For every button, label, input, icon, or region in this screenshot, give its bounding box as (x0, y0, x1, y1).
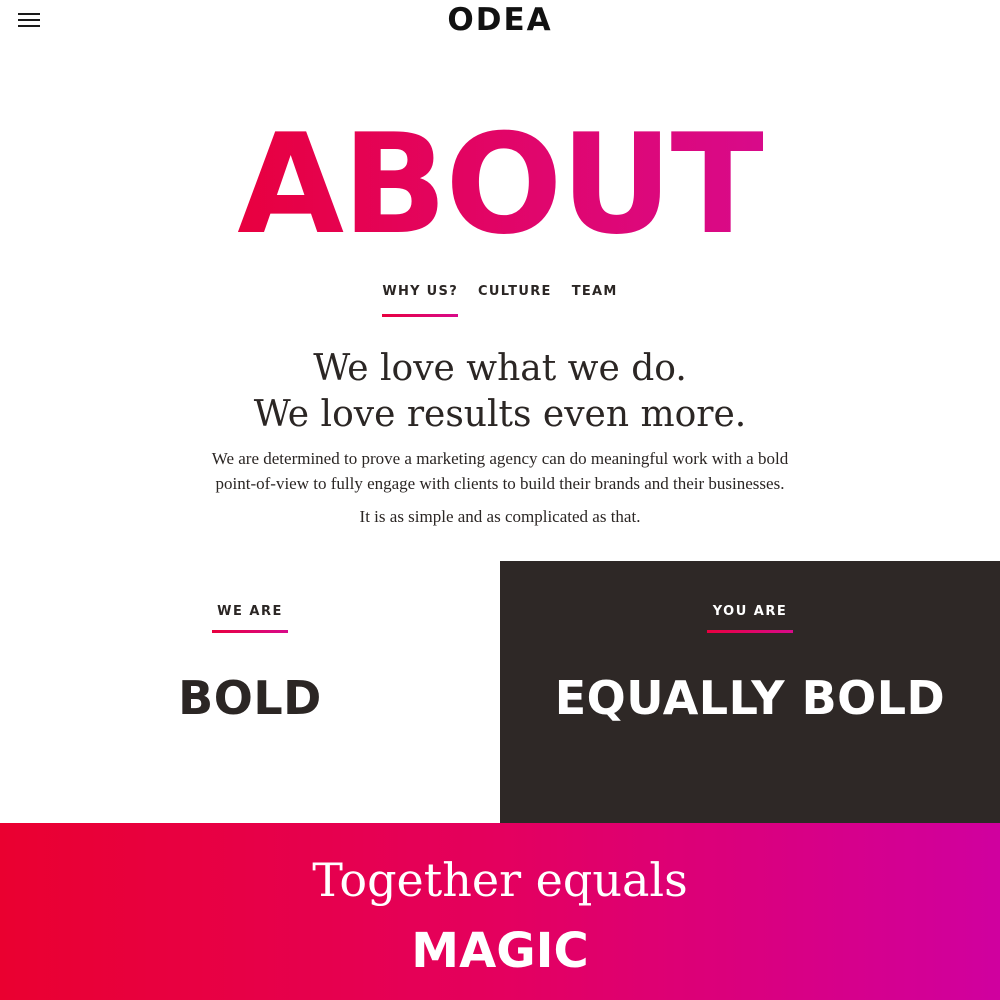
tab-culture[interactable]: CULTURE (478, 284, 552, 317)
tab-why-us[interactable]: WHY US? (382, 284, 458, 317)
headline-line-1: We love what we do. (313, 348, 687, 389)
you-are-underline (707, 630, 793, 633)
tab-team[interactable]: TEAM (572, 284, 618, 317)
magic-line-2: MAGIC (411, 923, 589, 979)
intro-headline: We love what we do. We love results even… (0, 346, 1000, 438)
intro-paragraph-line-2: point-of-view to fully engage with clien… (215, 474, 785, 493)
intro-closing-line: It is as simple and as complicated as th… (359, 507, 641, 526)
we-are-underline (212, 630, 288, 633)
about-tabs: WHY US? CULTURE TEAM (0, 284, 1000, 317)
intro-paragraph: We are determined to prove a marketing a… (200, 446, 800, 496)
headline-line-2: We love results even more. (253, 394, 747, 435)
page-title-text: ABOUT (237, 104, 764, 265)
magic-line-1: Together equals (312, 853, 688, 907)
we-are-panel: WE ARE BOLD (0, 561, 500, 823)
you-are-word: EQUALLY BOLD (554, 671, 946, 725)
magic-banner: Together equals MAGIC (0, 823, 1000, 1000)
you-are-panel: YOU ARE EQUALLY BOLD (500, 561, 1000, 823)
we-are-word: BOLD (178, 671, 322, 725)
we-are-label: WE ARE (217, 604, 283, 619)
site-logo[interactable]: ODEA (0, 2, 1000, 38)
page-title: ABOUT (0, 100, 1000, 270)
site-header: ODEA (0, 0, 1000, 44)
intro-paragraph-line-1: We are determined to prove a marketing a… (211, 449, 789, 468)
you-are-label: YOU ARE (712, 604, 788, 619)
